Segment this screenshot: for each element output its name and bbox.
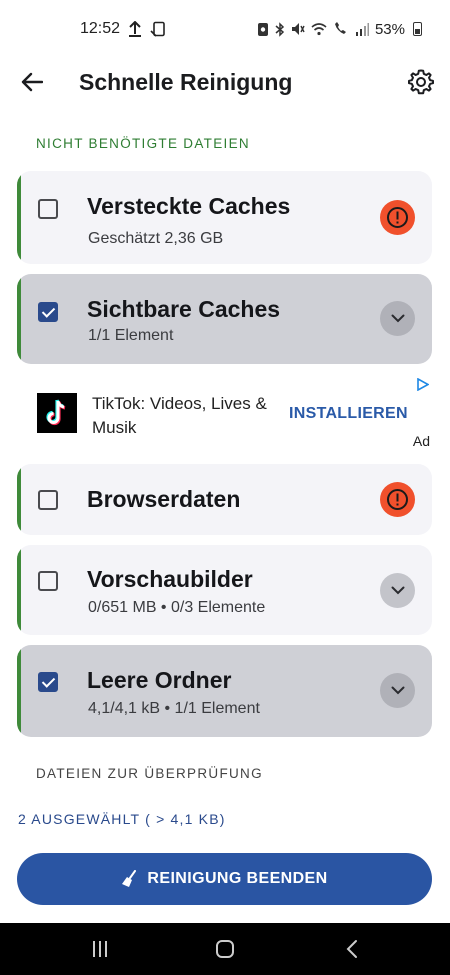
chevron-down-icon — [391, 586, 404, 595]
page-title: Schnelle Reinigung — [79, 69, 293, 95]
broom-icon — [122, 870, 137, 887]
warning-button[interactable] — [380, 200, 415, 235]
card-accent — [17, 545, 21, 635]
warning-button[interactable] — [380, 482, 415, 517]
app-bar: Schnelle Reinigung — [0, 58, 450, 106]
upload-icon — [129, 21, 142, 37]
card-title: Sichtbare Caches — [87, 296, 281, 322]
finish-cleaning-label: REINIGUNG BEENDEN — [147, 870, 328, 887]
ad-title: TikTok: Videos, Lives & Musik — [92, 394, 267, 437]
gear-icon — [408, 69, 434, 95]
tiktok-logo — [37, 393, 77, 433]
finish-cleaning-button[interactable]: REINIGUNG BEENDEN — [17, 853, 432, 905]
expand-button[interactable] — [380, 301, 415, 336]
checkbox-visible-caches[interactable] — [38, 302, 58, 322]
card-hidden-caches[interactable]: Versteckte Caches Geschätzt 2,36 GB — [17, 171, 432, 264]
card-subtitle: Geschätzt 2,36 GB — [88, 230, 224, 247]
card-title: Vorschaubilder — [87, 566, 253, 592]
ad-install-button[interactable]: INSTALLIEREN — [289, 405, 408, 423]
back-nav-button[interactable] — [340, 937, 364, 961]
card-thumbnails[interactable]: Vorschaubilder 0/651 MB • 0/3 Elemente — [17, 545, 432, 635]
home-icon — [216, 940, 234, 958]
card-accent — [17, 645, 21, 737]
ad-badge: Ad — [412, 433, 430, 449]
back-button[interactable] — [18, 68, 46, 96]
tiktok-icon — [46, 399, 66, 426]
card-title: Leere Ordner — [87, 667, 232, 693]
home-button[interactable] — [213, 937, 237, 961]
status-time: 12:52 — [80, 20, 121, 37]
card-visible-caches[interactable]: Sichtbare Caches 1/1 Element — [17, 274, 432, 364]
wifi-icon — [311, 22, 327, 35]
wifi-calling-icon — [334, 22, 346, 34]
selection-summary: 2 AUSGEWÄHLT ( > 4,1 KB) — [18, 811, 226, 827]
card-accent — [17, 464, 21, 535]
battery-percent: 53% — [374, 20, 405, 38]
mute-icon — [291, 23, 305, 35]
card-subtitle: 0/651 MB • 0/3 Elemente — [88, 599, 266, 616]
expand-button[interactable] — [380, 573, 415, 608]
screencast-icon — [150, 21, 165, 37]
recent-apps-button[interactable] — [88, 937, 112, 961]
system-nav-bar — [0, 923, 450, 975]
status-bar: 12:52 53% — [0, 0, 450, 58]
checkbox-browser-data[interactable] — [38, 490, 58, 510]
card-empty-folders[interactable]: Leere Ordner 4,1/4,1 kB • 1/1 Element — [17, 645, 432, 737]
checkbox-thumbnails[interactable] — [38, 571, 58, 591]
nfc-icon — [257, 22, 268, 36]
section-header-review: DATEIEN ZUR ÜBERPRÜFUNG — [36, 766, 263, 781]
section-header-unneeded: NICHT BENÖTIGTE DATEIEN — [36, 136, 250, 151]
card-accent — [17, 171, 21, 264]
ad-choices-icon[interactable] — [416, 378, 429, 391]
card-accent — [17, 274, 21, 364]
card-title: Versteckte Caches — [87, 193, 291, 219]
card-subtitle: 1/1 Element — [88, 327, 174, 344]
arrow-back-icon — [21, 72, 43, 92]
signal-icon — [355, 22, 369, 36]
expand-button[interactable] — [380, 673, 415, 708]
checkbox-hidden-caches[interactable] — [38, 199, 58, 219]
battery-icon — [413, 22, 422, 36]
ad-banner[interactable]: TikTok: Videos, Lives & Musik INSTALLIER… — [17, 377, 432, 451]
card-title: Browserdaten — [87, 486, 241, 512]
bluetooth-icon — [275, 21, 285, 37]
chevron-down-icon — [391, 686, 404, 695]
chevron-down-icon — [391, 314, 404, 323]
warning-icon — [387, 207, 408, 228]
checkbox-empty-folders[interactable] — [38, 672, 58, 692]
recent-apps-icon — [93, 941, 107, 957]
warning-icon — [387, 489, 408, 510]
card-browser-data[interactable]: Browserdaten — [17, 464, 432, 535]
settings-button[interactable] — [406, 67, 436, 97]
card-subtitle: 4,1/4,1 kB • 1/1 Element — [88, 700, 260, 717]
back-nav-icon — [346, 940, 357, 958]
